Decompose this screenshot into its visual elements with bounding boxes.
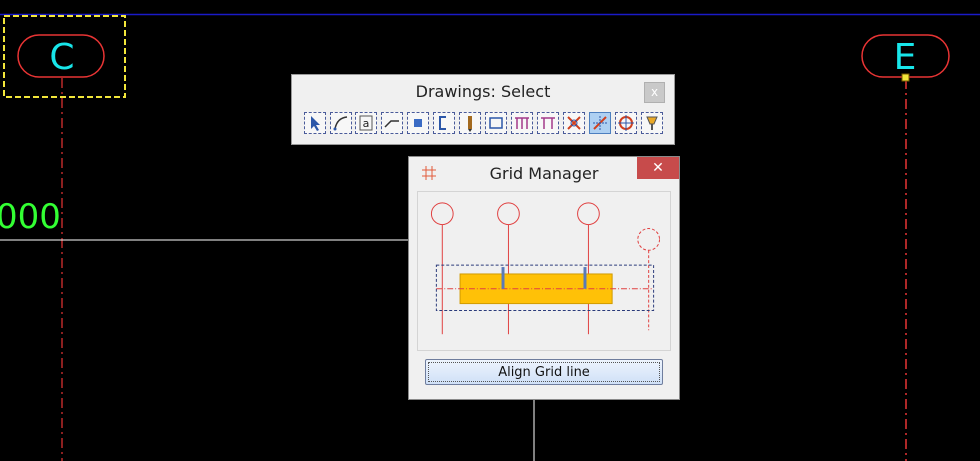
grid-align-icon <box>593 116 607 130</box>
rectangle-button[interactable] <box>485 112 507 134</box>
multi-column-button[interactable] <box>511 112 533 134</box>
grid-align-button[interactable] <box>589 112 611 134</box>
frame-button[interactable] <box>537 112 559 134</box>
select-arrow-button[interactable] <box>304 112 326 134</box>
grid-manager-dialog: Grid Manager ✕ Align Grid line <box>408 156 680 400</box>
bracket-button[interactable] <box>433 112 455 134</box>
dimension-text: 000 <box>0 197 61 237</box>
grid-label-e: E <box>893 37 917 78</box>
cross-button[interactable] <box>563 112 585 134</box>
target-icon <box>618 115 634 131</box>
point-icon <box>414 119 422 127</box>
arc-icon <box>333 116 348 131</box>
rectangle-icon <box>489 117 503 129</box>
cross-icon <box>567 116 581 130</box>
toolbar-title: Drawings: Select <box>415 82 551 101</box>
arc-button[interactable] <box>330 112 352 134</box>
pile-button[interactable] <box>459 112 481 134</box>
multi-column-icon <box>515 117 529 129</box>
grid-preview-illustration <box>417 191 671 351</box>
target-button[interactable] <box>615 112 637 134</box>
grid-label-c: C <box>49 37 75 78</box>
drawings-select-toolbar: Drawings: Select x a <box>291 74 675 145</box>
lamp-icon <box>646 116 658 130</box>
toolbar-close-button[interactable]: x <box>644 82 665 103</box>
align-grid-line-label: Align Grid line <box>428 362 660 382</box>
bracket-icon <box>439 116 446 130</box>
polyline-button[interactable] <box>381 112 403 134</box>
polyline-icon <box>384 120 399 128</box>
align-grid-line-button[interactable]: Align Grid line <box>425 359 663 385</box>
lamp-button[interactable] <box>641 112 663 134</box>
frame-icon <box>541 117 555 129</box>
point-button[interactable] <box>407 112 429 134</box>
svg-text:a: a <box>363 117 370 130</box>
pile-icon <box>468 116 472 132</box>
grid-manager-close-button[interactable]: ✕ <box>637 157 679 179</box>
select-arrow-icon <box>311 116 320 131</box>
text-icon: a <box>359 115 373 131</box>
text-button[interactable]: a <box>355 112 377 134</box>
